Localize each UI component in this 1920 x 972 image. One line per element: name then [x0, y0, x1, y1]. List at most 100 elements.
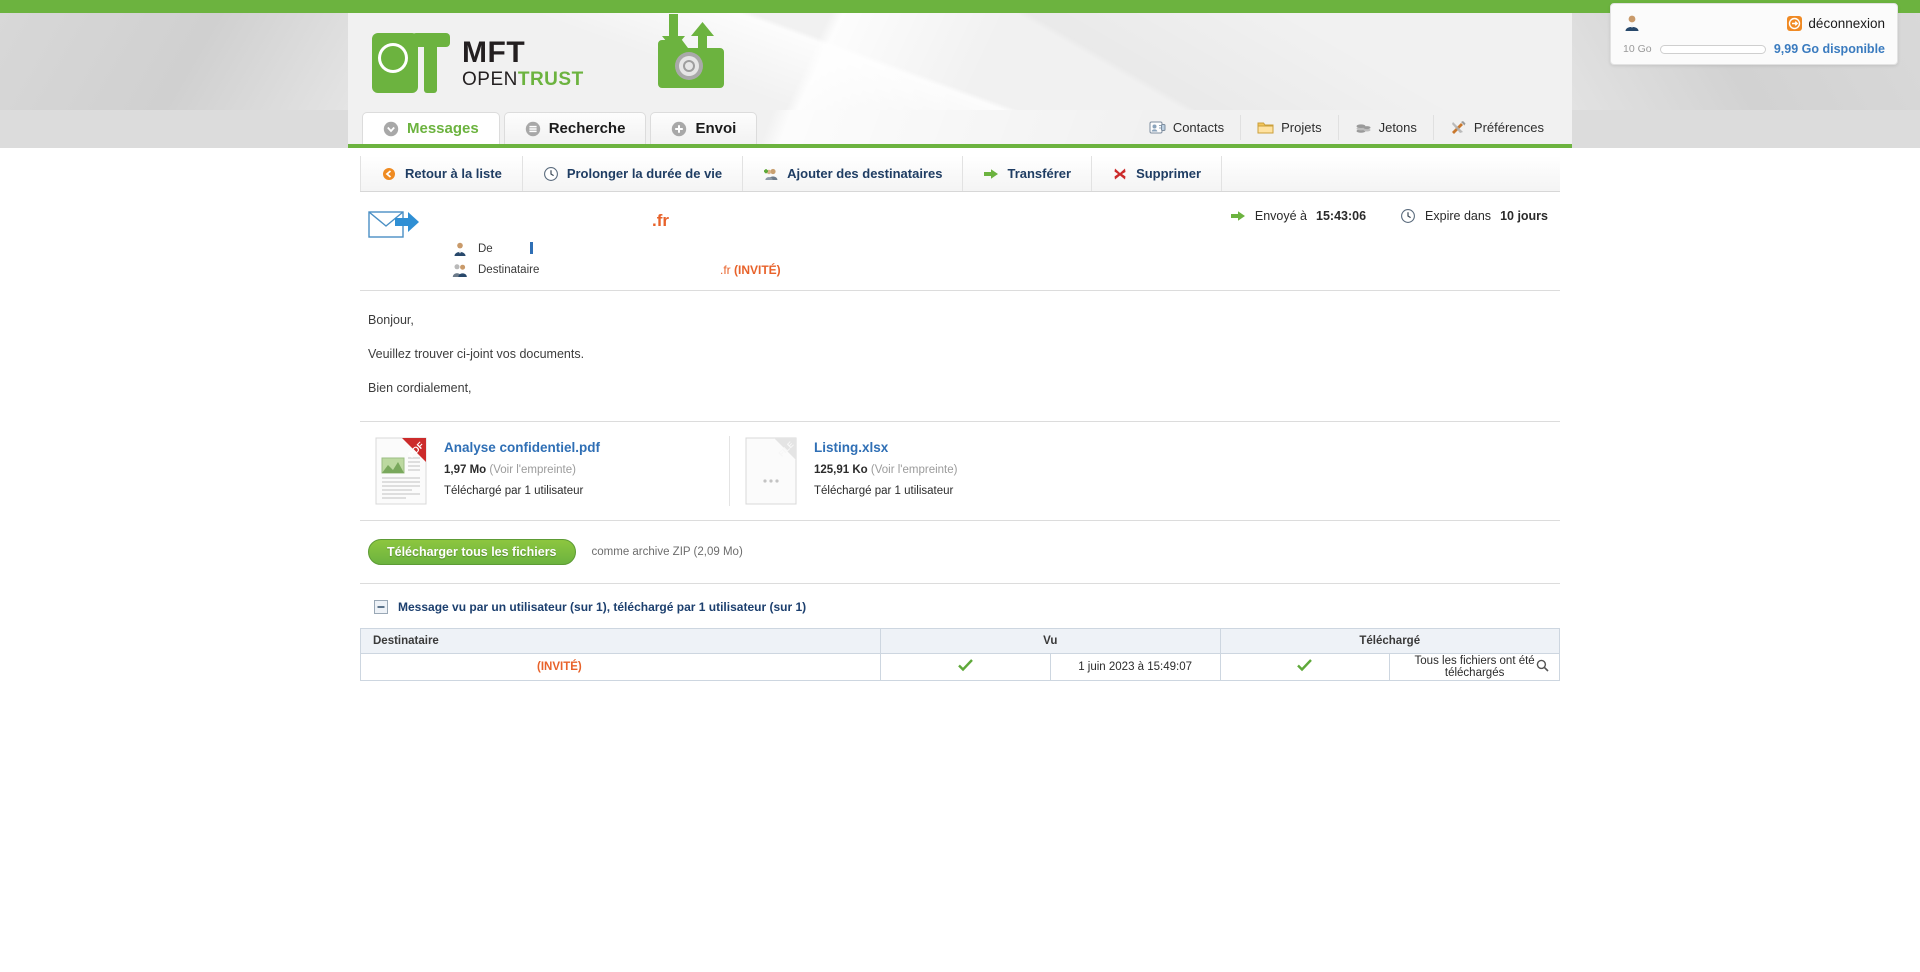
navlink-jetons-label: Jetons [1378, 120, 1417, 135]
clock-icon [1401, 209, 1415, 223]
cell-recipient: (INVITÉ) [360, 653, 881, 681]
quota-progress-bar [1659, 44, 1766, 54]
logo-line-2: OPENTRUST [462, 70, 584, 89]
message-header: .fr De Destinataire .fr (INVITÉ) Envoyé … [360, 192, 1560, 291]
logo-trust-text: TRUST [517, 68, 584, 90]
tab-recherche[interactable]: Recherche [503, 112, 647, 144]
cell-downloaded-check [1219, 653, 1391, 681]
message-body-line-2: Veuillez trouver ci-joint vos documents. [368, 347, 585, 361]
sent-prefix-label: Envoyé à [1254, 209, 1307, 223]
tab-recherche-label: Recherche [548, 120, 626, 137]
tokens-icon [1356, 124, 1371, 133]
expire-value: 10 jours [1500, 209, 1548, 223]
download-all-button[interactable]: Télécharger tous les fichiers [368, 539, 576, 565]
folder-icon [1257, 122, 1274, 134]
user-session-top-row: déconnexion [1623, 11, 1885, 35]
attachment-list: PDF Analyse confidentiel.pdf 1,97 Mo (Vo… [360, 421, 1560, 521]
user-avatar-icon [1625, 15, 1639, 31]
attachment-name[interactable]: Listing.xlsx [814, 440, 957, 455]
navlink-contacts-label: Contacts [1172, 120, 1225, 135]
recipient-domain-suffix: .fr [720, 262, 731, 277]
navlink-jetons[interactable]: Jetons [1337, 115, 1433, 140]
attachment-name[interactable]: Analyse confidentiel.pdf [444, 440, 600, 455]
row-detail-button[interactable] [1536, 659, 1549, 675]
tracking-summary-text: Message vu par un utilisateur (sur 1), t… [398, 600, 807, 614]
toolbar-add-recipients-label: Ajouter des destinataires [787, 166, 943, 181]
toolbar-extend-lifetime[interactable]: Prolonger la durée de vie [523, 156, 744, 191]
user-session-box: déconnexion 10 Go 9,99 Go disponible [1610, 3, 1898, 65]
toolbar-extend-label: Prolonger la durée de vie [566, 166, 723, 181]
cell-seen-check [880, 653, 1051, 681]
back-arrow-icon [383, 167, 395, 180]
tab-envoi[interactable]: Envoi [650, 112, 758, 144]
pdf-file-icon: PDF [375, 437, 427, 505]
recipients-table-head: Destinataire Vu Téléchargé [360, 628, 1560, 654]
attachment-size-row: 125,91 Ko (Voir l'empreinte) [814, 464, 957, 476]
recipient-invite-badge: (INVITÉ) [537, 661, 582, 674]
navlink-preferences[interactable]: Préférences [1432, 115, 1560, 140]
message-from-label: De [478, 242, 493, 255]
attachment-item: PDF Analyse confidentiel.pdf 1,97 Mo (Vo… [360, 436, 730, 506]
app-logo[interactable]: MFT OPENTRUST [372, 33, 584, 93]
toolbar-add-recipients[interactable]: Ajouter des destinataires [743, 156, 964, 191]
attachment-size-row: 1,97 Mo (Voir l'empreinte) [444, 464, 600, 476]
green-check-icon [958, 659, 973, 672]
tab-messages-label: Messages [407, 120, 479, 137]
app-header-banner: MFT OPENTRUST déconnexion 10 Go 9,99 Go … [0, 0, 1920, 110]
magnifier-icon [1536, 659, 1549, 672]
tab-messages[interactable]: Messages [362, 112, 500, 144]
generic-file-icon: FILE [745, 437, 797, 505]
toolbar-back-to-list[interactable]: Retour à la liste [360, 156, 523, 191]
tracking-summary: Message vu par un utilisateur (sur 1), t… [360, 584, 1560, 626]
attachment-fingerprint-link[interactable]: (Voir l'empreinte) [489, 464, 576, 476]
message-body: Bonjour, Veuillez trouver ci-joint vos d… [360, 291, 1560, 415]
toolbar-delete[interactable]: Supprimer [1092, 156, 1223, 191]
recipient-invite-badge: (INVITÉ) [734, 262, 781, 277]
attachment-fingerprint-link[interactable]: (Voir l'empreinte) [871, 464, 958, 476]
download-all-row: Télécharger tous les fichiers comme arch… [360, 521, 1560, 584]
message-action-toolbar: Retour à la liste Prolonger la durée de … [360, 156, 1560, 192]
message-from-value [530, 242, 533, 255]
recipients-table: Destinataire Vu Téléchargé (INVITÉ) 1 ju… [360, 628, 1560, 681]
download-all-note: comme archive ZIP (2,09 Mo) [591, 546, 743, 558]
recipient-redacted [367, 660, 537, 674]
attachment-size: 1,97 Mo [444, 464, 487, 476]
collapse-box-icon[interactable] [374, 600, 388, 614]
toolbar-back-label: Retour à la liste [405, 166, 502, 181]
sender-icon [454, 242, 466, 256]
cell-downloaded-value: Tous les fichiers ont été téléchargés [1389, 653, 1560, 681]
plus-circle-icon [672, 121, 687, 136]
secondary-nav: Contacts Projets Jetons Préférences [1133, 115, 1560, 140]
sent-time-value: 15:43:06 [1316, 209, 1367, 223]
message-recipient-value: .fr (INVITÉ) [720, 263, 781, 277]
message-sent-time: Envoyé à 15:43:06 [1230, 208, 1366, 224]
message-body-line-1: Bonjour, [368, 313, 414, 327]
primary-tabs: Messages Recherche Envoi [362, 112, 758, 144]
message-subject-redacted [452, 208, 652, 234]
column-vu: Vu [880, 628, 1221, 654]
logo-open-text: OPEN [462, 68, 518, 90]
toolbar-delete-label: Supprimer [1136, 166, 1202, 181]
table-row[interactable]: (INVITÉ) 1 juin 2023 à 15:49:07 Tous les… [360, 653, 1560, 681]
message-status-info: Envoyé à 15:43:06 Expire dans 10 jours [1230, 208, 1548, 224]
logout-label: déconnexion [1808, 15, 1885, 31]
message-recipient-label: Destinataire [478, 263, 540, 276]
table-header-row: Destinataire Vu Téléchargé [360, 628, 1560, 654]
green-check-icon [1297, 659, 1313, 672]
recipients-table-body: (INVITÉ) 1 juin 2023 à 15:49:07 Tous les… [360, 653, 1560, 681]
logout-button[interactable]: déconnexion [1787, 15, 1885, 31]
attachment-download-count: Téléchargé par 1 utilisateur [444, 485, 584, 497]
navlink-contacts[interactable]: Contacts [1133, 115, 1240, 140]
logout-icon [1787, 15, 1803, 31]
tabstrip-right-filler [1572, 110, 1920, 148]
toolbar-forward[interactable]: Transférer [963, 156, 1093, 191]
message-from-row: De [452, 238, 1560, 259]
logo-wordmark: MFT OPENTRUST [462, 37, 584, 89]
tabstrip-left-filler [0, 110, 348, 148]
message-recipient-row: Destinataire .fr (INVITÉ) [452, 259, 1560, 280]
downloaded-value-text: Tous les fichiers ont été téléchargés [1414, 655, 1535, 679]
navlink-projets[interactable]: Projets [1240, 115, 1337, 140]
banner-green-strip-left [0, 0, 1020, 13]
cell-seen-value: 1 juin 2023 à 15:49:07 [1049, 653, 1221, 681]
